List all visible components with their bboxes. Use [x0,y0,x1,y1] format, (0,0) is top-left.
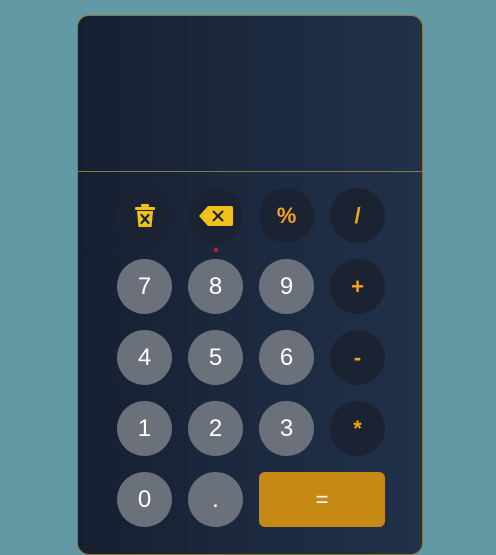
calculator-panel: % / 7 8 9 + 4 5 6 - 1 2 3 * 0 . = [77,15,423,555]
digit-1-button[interactable]: 1 [117,401,172,456]
calculator-display [78,16,422,172]
multiply-button[interactable]: * [330,401,385,456]
trash-icon [133,203,157,229]
plus-button[interactable]: + [330,259,385,314]
minus-button[interactable]: - [330,330,385,385]
percent-button[interactable]: % [259,188,314,243]
decimal-button[interactable]: . [188,472,243,527]
clear-button[interactable] [117,188,172,243]
digit-5-button[interactable]: 5 [188,330,243,385]
digit-9-button[interactable]: 9 [259,259,314,314]
digit-8-button[interactable]: 8 [188,259,243,314]
focus-indicator-dot [214,248,218,252]
digit-0-button[interactable]: 0 [117,472,172,527]
divide-button[interactable]: / [330,188,385,243]
digit-3-button[interactable]: 3 [259,401,314,456]
digit-6-button[interactable]: 6 [259,330,314,385]
equals-button[interactable]: = [259,472,385,527]
backspace-button[interactable] [188,188,243,243]
backspace-icon [198,205,234,227]
digit-7-button[interactable]: 7 [117,259,172,314]
digit-4-button[interactable]: 4 [117,330,172,385]
digit-2-button[interactable]: 2 [188,401,243,456]
